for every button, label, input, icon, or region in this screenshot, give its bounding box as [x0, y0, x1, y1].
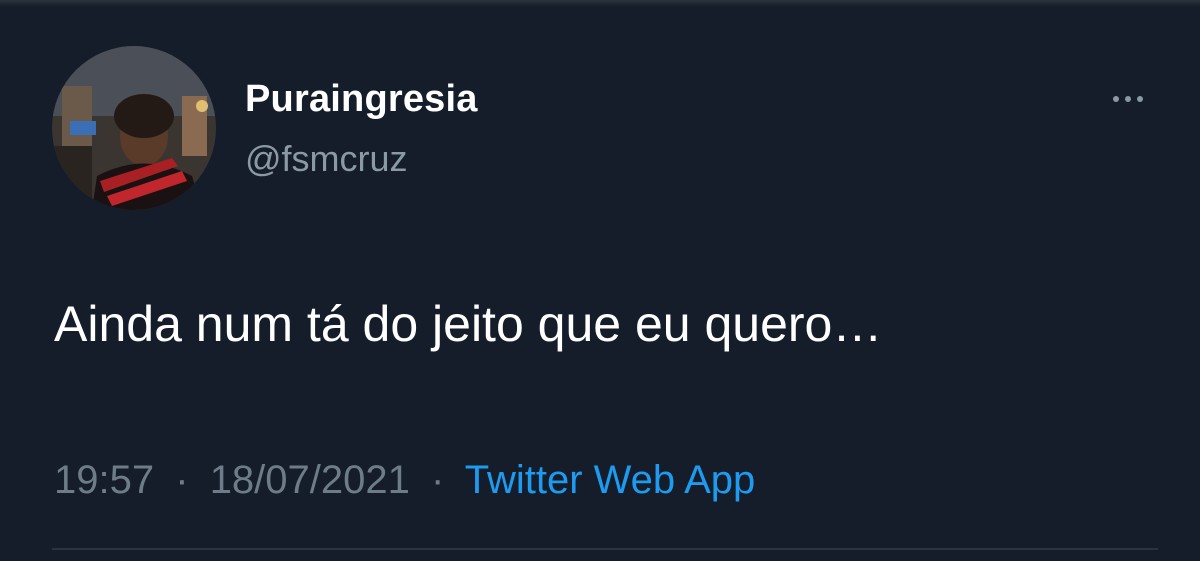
display-name[interactable]: Puraingresia: [245, 78, 478, 121]
more-horizontal-icon: [1137, 96, 1143, 102]
more-horizontal-icon: [1125, 96, 1131, 102]
tweet-card: Puraingresia @fsmcruz Ainda num tá do je…: [0, 0, 1200, 561]
top-border: [0, 0, 1200, 7]
separator: ·: [175, 458, 189, 502]
avatar[interactable]: [52, 46, 216, 210]
divider: [52, 548, 1158, 550]
tweet-text: Ainda num tá do jeito que eu quero…: [54, 296, 883, 352]
tweet-metadata: 19:57 · 18/07/2021 · Twitter Web App: [54, 458, 755, 503]
user-handle[interactable]: @fsmcruz: [245, 138, 408, 180]
more-options-button[interactable]: [1098, 84, 1158, 114]
tweet-time[interactable]: 19:57: [54, 458, 154, 502]
tweet-source-link[interactable]: Twitter Web App: [465, 458, 756, 502]
separator: ·: [431, 458, 445, 502]
more-horizontal-icon: [1113, 96, 1119, 102]
profile-photo-icon: [52, 46, 216, 210]
tweet-date[interactable]: 18/07/2021: [210, 458, 410, 502]
